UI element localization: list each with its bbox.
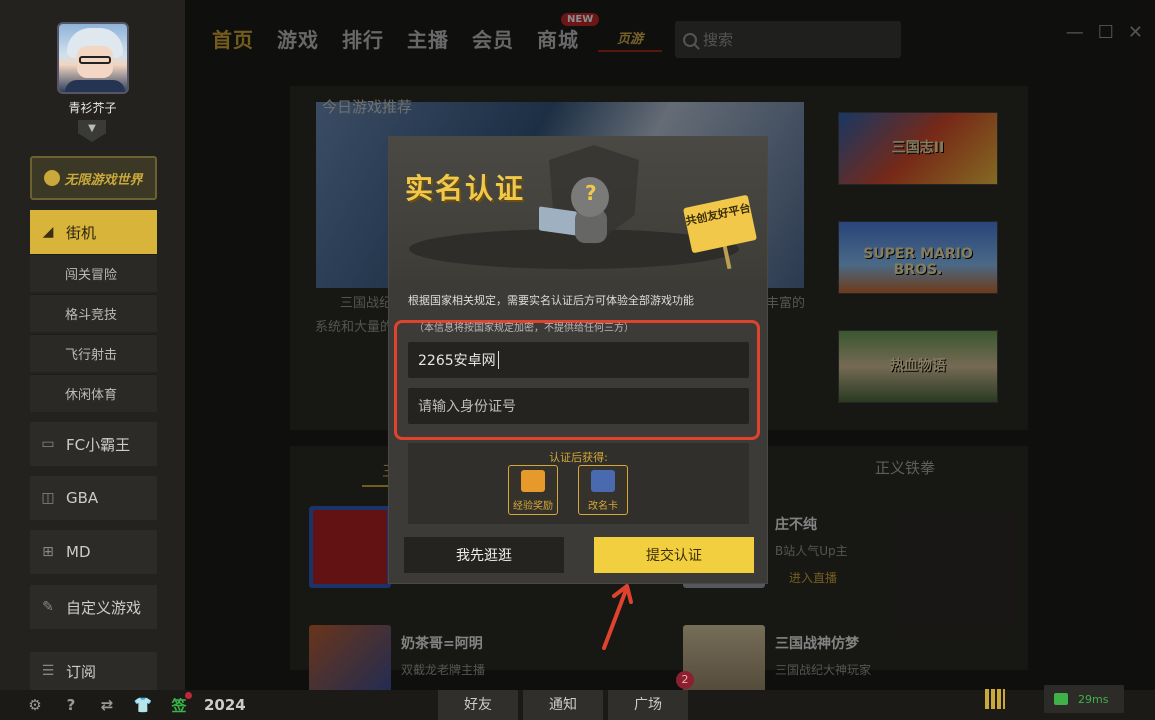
reward-rename-card: 改名卡 xyxy=(578,465,628,515)
slogan-sign: 共创友好平台 xyxy=(682,194,758,254)
id-number-field[interactable]: 请输入身份证号 xyxy=(408,388,749,424)
laptop-icon xyxy=(539,206,577,236)
sidebar-item-label: 自定义游戏 xyxy=(66,598,142,617)
network-icon xyxy=(1054,693,1068,705)
reward-title: 认证后获得: xyxy=(549,451,608,464)
qr-code-icon[interactable] xyxy=(985,689,1005,709)
sidebar-subitem-sports[interactable]: 休闲体育 xyxy=(30,374,157,412)
sidebar-item-label: GBA xyxy=(66,489,99,507)
sidebar-item-fc[interactable]: ▭ FC小霸王 xyxy=(30,422,157,466)
reward-panel: 认证后获得: 经验奖励 改名卡 xyxy=(408,443,749,524)
tab-square[interactable]: 广场 xyxy=(608,690,688,720)
sidebar-item-md[interactable]: ⊞ MD xyxy=(30,530,157,574)
reward-exp: 经验奖励 xyxy=(508,465,558,515)
tab-friends[interactable]: 好友 xyxy=(438,690,518,720)
subscribe-icon: ☰ xyxy=(41,663,55,679)
settings-icon[interactable]: ⚙ xyxy=(24,694,46,716)
sidebar-item-arcade[interactable]: ◢ 街机 xyxy=(30,210,157,254)
brand-mark-icon xyxy=(44,170,61,186)
later-button[interactable]: 我先逛逛 xyxy=(404,537,564,573)
sidebar-item-subscribe[interactable]: ☰ 订阅 xyxy=(30,652,157,690)
realname-auth-dialog: ? 实名认证 共创友好平台 根据国家相关规定，需要实名认证后方可体验全部游戏功能… xyxy=(388,136,768,584)
red-arrow-annotation xyxy=(602,584,633,650)
dialog-banner: ? 实名认证 共创友好平台 xyxy=(389,137,767,277)
dialog-title: 实名认证 xyxy=(405,172,526,205)
name-field[interactable]: 2265安卓网 xyxy=(408,342,749,378)
transfer-icon[interactable]: ⇄ xyxy=(96,694,118,716)
shirt-icon[interactable]: 👕 xyxy=(132,694,154,716)
gamepad-icon: ▭ xyxy=(41,436,55,452)
network-ping: 29ms xyxy=(1044,685,1124,713)
text-caret xyxy=(497,351,499,369)
controller-icon: ⊞ xyxy=(42,544,54,560)
sign-in-icon[interactable]: 签 xyxy=(168,692,192,716)
handheld-icon: ◫ xyxy=(41,490,55,506)
username: 青衫芥子 xyxy=(68,101,117,115)
sidebar-subitem-fighting[interactable]: 格斗竞技 xyxy=(30,294,157,332)
privacy-note: （本信息将按国家规定加密，不提供给任何三方） xyxy=(414,323,634,334)
sidebar-item-custom[interactable]: ✎ 自定义游戏 xyxy=(30,585,157,629)
avatar[interactable] xyxy=(57,22,129,94)
sidebar-subitem-shooting[interactable]: 飞行射击 xyxy=(30,334,157,372)
notification-badge: 2 xyxy=(676,671,694,689)
bottom-bar: ⚙ ? ⇄ 👕 签 2024 好友 通知 广场 xyxy=(0,690,1155,720)
question-mark-icon: ? xyxy=(585,181,597,205)
brand-logo[interactable]: 无限游戏世界 xyxy=(30,156,157,200)
edit-icon: ✎ xyxy=(42,599,54,615)
help-icon[interactable]: ? xyxy=(60,694,82,716)
rename-card-icon xyxy=(591,470,615,492)
sidebar-item-gba[interactable]: ◫ GBA xyxy=(30,476,157,520)
sidebar-item-label: MD xyxy=(66,543,91,561)
chevron-down-icon[interactable]: ▼ xyxy=(78,120,106,142)
exp-reward-icon xyxy=(521,470,545,492)
sidebar-item-label: 街机 xyxy=(66,223,97,242)
sidebar-subitem-adventure[interactable]: 闯关冒险 xyxy=(30,254,157,292)
year-label: 2024 xyxy=(204,696,246,714)
sidebar: 青衫芥子 ▼ 无限游戏世界 ◢ 街机 闯关冒险 格斗竞技 飞行射击 休闲体育 ▭… xyxy=(0,0,185,690)
sidebar-item-label: 订阅 xyxy=(66,662,97,681)
auth-info-text: 根据国家相关规定，需要实名认证后方可体验全部游戏功能 xyxy=(408,294,694,307)
sidebar-item-label: FC小霸王 xyxy=(66,435,131,454)
tab-notifications[interactable]: 通知 xyxy=(523,690,603,720)
submit-auth-button[interactable]: 提交认证 xyxy=(594,537,754,573)
joystick-icon: ◢ xyxy=(42,224,54,240)
